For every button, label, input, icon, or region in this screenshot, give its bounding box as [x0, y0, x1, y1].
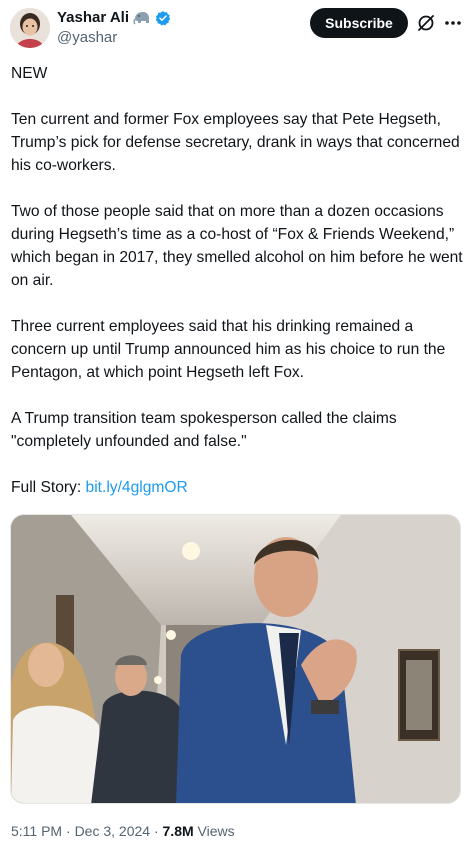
name-row: Yashar Ali — [57, 9, 171, 27]
meta-separator: · — [62, 823, 75, 839]
more-icon[interactable] — [442, 12, 464, 34]
display-name[interactable]: Yashar Ali — [57, 9, 129, 27]
elephant-icon — [133, 10, 151, 26]
grok-icon[interactable] — [416, 13, 436, 33]
tweet-date[interactable]: Dec 3, 2024 — [75, 823, 151, 839]
views-label: Views — [193, 823, 235, 839]
full-story-link[interactable]: bit.ly/4glgmOR — [86, 479, 188, 496]
verified-badge-icon[interactable] — [155, 10, 171, 26]
tweet-time[interactable]: 5:11 PM — [11, 823, 62, 839]
meta-separator: · — [150, 823, 163, 839]
tweet-paragraph: NEW — [11, 65, 48, 82]
tweet-meta: 5:11 PM · Dec 3, 2024 · 7.8M Views — [11, 822, 235, 840]
tweet-text: NEW Ten current and former Fox employees… — [11, 62, 463, 522]
full-story-label: Full Story: — [11, 479, 86, 496]
tweet-paragraph: Two of those people said that on more th… — [11, 203, 463, 289]
views-count: 7.8M — [162, 823, 194, 839]
tweet-paragraph: A Trump transition team spokesperson cal… — [11, 410, 397, 450]
full-story-line: Full Story: bit.ly/4glgmOR — [11, 476, 463, 499]
tweet-header: Yashar Ali @yashar Subscribe — [0, 0, 474, 56]
tweet-paragraph: Three current employees said that his dr… — [11, 318, 446, 381]
handle[interactable]: @yashar — [57, 29, 117, 47]
tweet-photo[interactable] — [10, 514, 461, 804]
subscribe-button[interactable]: Subscribe — [310, 8, 408, 38]
tweet-paragraph: Ten current and former Fox employees say… — [11, 111, 460, 174]
avatar[interactable] — [10, 8, 50, 48]
